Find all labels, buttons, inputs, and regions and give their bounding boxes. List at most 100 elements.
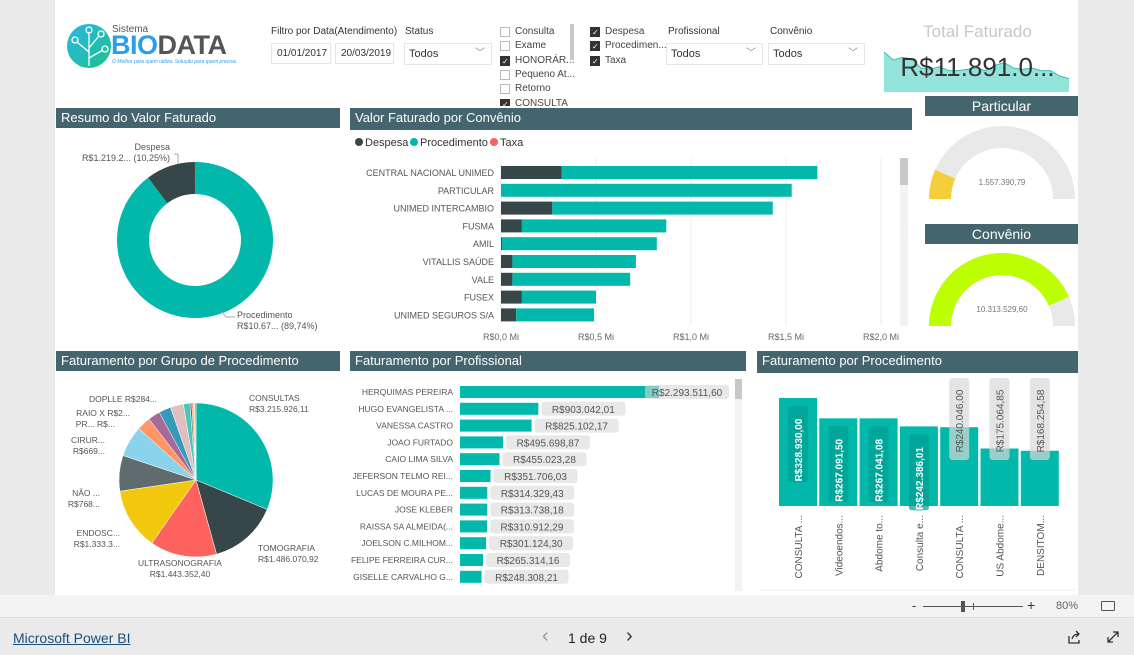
pie-label-value: R$1.443.352,40 (150, 569, 211, 579)
bar-despesa (501, 201, 553, 215)
next-page-button[interactable]: › (626, 625, 633, 648)
data-label: R$328.930,00 (794, 418, 805, 481)
zoom-level: 80% (1056, 600, 1079, 612)
legend-label: Taxa (500, 137, 524, 149)
profissional-bar (460, 520, 487, 533)
pie-label: DOPLLE R$284... (89, 394, 157, 404)
profissional-bar (460, 402, 539, 415)
data-label: R$175.064,85 (996, 389, 1007, 452)
charts-layer: ProcedimentoR$10.67... (89,74%)DespesaR$… (68, 126, 1075, 591)
pie-label-value: R$669... (73, 446, 105, 456)
x-tick-label: R$1,0 Mi (673, 332, 709, 342)
profissional-label: GISELLE CARVALHO G... (353, 572, 453, 582)
profissional-bar (460, 470, 491, 482)
gauge-fill (929, 253, 1069, 326)
bar-despesa (501, 237, 502, 251)
data-label: R$2.293.511,60 (652, 388, 723, 399)
zoom-slider-thumb[interactable] (961, 601, 965, 612)
y-category-label: UNIMED SEGUROS S/A (394, 310, 494, 320)
legend-marker (355, 138, 363, 146)
bar-procedimento (561, 166, 818, 179)
data-label: R$248.308,21 (495, 573, 558, 584)
y-category-label: UNIMED INTERCAMBIO (393, 204, 494, 214)
prev-page-button[interactable]: ‹ (542, 625, 549, 648)
data-label: R$267.091,50 (834, 438, 845, 501)
share-icon[interactable] (1067, 630, 1081, 644)
leader-line (174, 153, 179, 164)
bar-procedimento (501, 183, 792, 197)
profissional-label: LUCAS DE MOURA PE... (356, 488, 453, 498)
pie-label-name: CIRUR... (71, 435, 105, 445)
power-bi-link[interactable]: Microsoft Power BI (13, 630, 130, 646)
bar-procedimento (512, 272, 631, 286)
data-label: R$267.041,08 (875, 438, 886, 501)
profissional-bar (460, 436, 504, 449)
bar-procedimento (521, 290, 596, 304)
data-label: R$314.329,43 (501, 489, 564, 500)
scrollbar-thumb[interactable] (735, 379, 742, 399)
bar-procedimento (516, 308, 595, 322)
pie-label-value: R$1.486.070,92 (258, 554, 319, 564)
convenio-chart-scrollbar[interactable] (900, 158, 908, 326)
profissional-label: JOAO FURTADO (387, 437, 453, 447)
scrollbar-thumb[interactable] (900, 158, 908, 185)
pie-label-name: ENDOSC... (77, 528, 120, 538)
x-tick-label: R$1,5 Mi (768, 332, 804, 342)
pie-label-value: R$3.215.926,11 (249, 404, 309, 414)
profissional-bar (460, 537, 487, 550)
bar-procedimento (512, 255, 636, 268)
category-label: CONSULTA ... (955, 515, 966, 579)
data-label: R$495.698,87 (517, 438, 580, 449)
y-category-label: AMIL (473, 239, 494, 249)
profissional-bar (460, 554, 484, 566)
fullscreen-icon[interactable] (1106, 630, 1120, 644)
zoom-out-button[interactable]: - (912, 598, 916, 613)
pie-label: RAIO X R$2... (76, 408, 130, 418)
category-label: Videoendos... (834, 515, 845, 576)
profissional-label: RAISSA SA ALMEIDA(... (360, 521, 453, 531)
data-label: R$351.706,03 (504, 472, 567, 483)
legend-marker (410, 138, 418, 146)
donut-label-name: Procedimento (237, 310, 293, 320)
bar-despesa (501, 308, 517, 322)
x-tick-label: R$2,0 Mi (863, 332, 899, 342)
zoom-in-button[interactable]: + (1027, 597, 1035, 613)
bar-despesa (501, 290, 522, 304)
y-category-label: PARTICULAR (438, 186, 495, 196)
category-label: DENSITOM... (1036, 515, 1047, 576)
donut-slice-procedimento (116, 162, 274, 318)
pie-label-value: R$768... (68, 499, 100, 509)
legend-marker (490, 138, 498, 146)
zoom-slider[interactable] (923, 601, 1023, 612)
data-label: R$168.254,58 (1036, 389, 1047, 452)
profissional-bar (460, 486, 488, 499)
profissional-label: HUGO EVANGELISTA ... (358, 404, 453, 414)
category-label: US Abdome... (996, 515, 1007, 577)
profissional-label: HERQUIMAS PEREIRA (362, 387, 453, 397)
data-label: R$301.124,30 (500, 539, 563, 550)
profissional-label: JOELSON C.MILHOM... (361, 538, 453, 548)
fit-to-page-icon[interactable] (1101, 601, 1115, 611)
donut-label-name: Despesa (134, 142, 170, 152)
gauge-value: 10.313.529,60 (976, 305, 1028, 314)
zoom-bar: - + 80% (0, 595, 1134, 618)
profissional-bar (460, 453, 500, 466)
profissional-bar (460, 503, 488, 516)
legend-label: Despesa (365, 137, 409, 149)
bar-despesa (501, 166, 562, 179)
y-category-label: FUSEX (464, 293, 494, 303)
data-label: R$825.102,17 (545, 422, 608, 433)
category-label: CONSULTA ... (794, 515, 805, 579)
bottom-bar: Microsoft Power BI ‹ 1 de 9 › (0, 618, 1134, 655)
bar-despesa (501, 272, 513, 286)
pie-label-value: R$1.333.3... (74, 539, 120, 549)
category-label: Abdome to... (875, 515, 886, 572)
bar-despesa (501, 255, 513, 268)
profissional-bar (460, 386, 659, 398)
y-category-label: FUSMA (463, 221, 495, 231)
donut-label-value: R$10.67... (89,74%) (237, 321, 318, 331)
data-label: R$310.912,29 (501, 522, 564, 533)
legend-label: Procedimento (420, 137, 488, 149)
profissional-chart-scrollbar[interactable] (735, 379, 742, 591)
donut-label-value: R$1.219.2... (10,25%) (82, 153, 170, 163)
